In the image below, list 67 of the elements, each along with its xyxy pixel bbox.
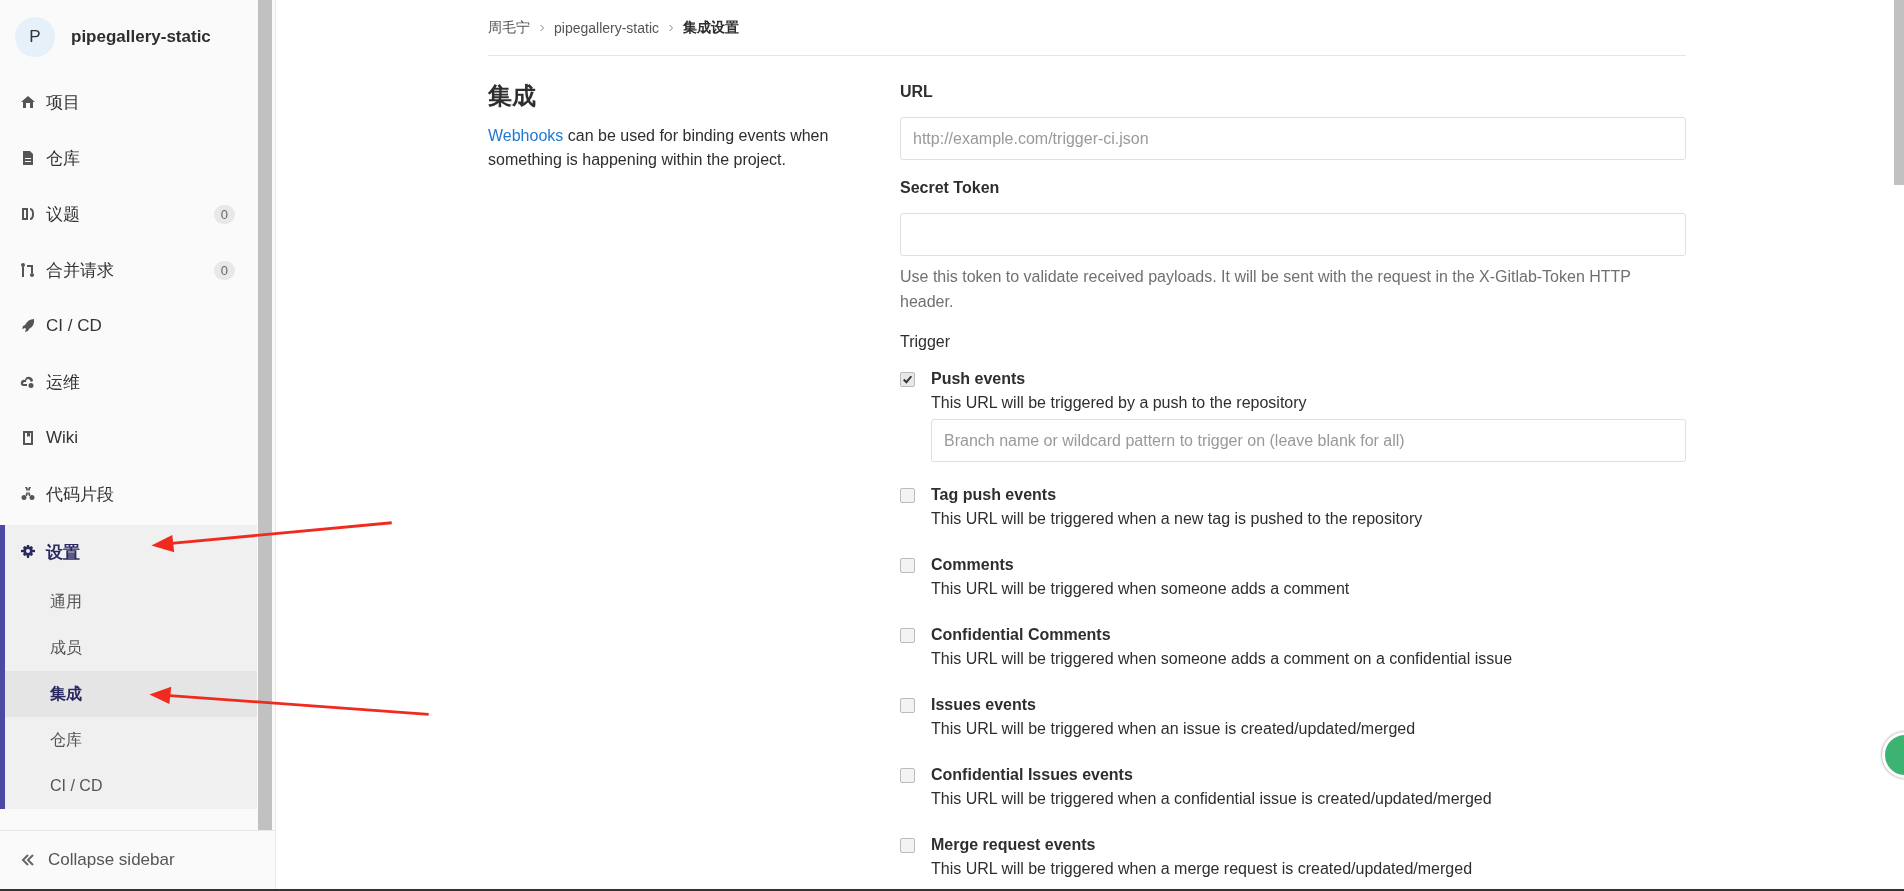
url-field[interactable]: http://example.com/trigger-ci.json (900, 117, 1686, 160)
trigger-name: Tag push events (931, 485, 1058, 505)
trigger-name: Issues events (931, 695, 1037, 715)
sidebar-item[interactable]: 项目 (0, 74, 257, 130)
sidebar-item[interactable]: Wiki (0, 410, 257, 466)
field-label: URL (900, 83, 934, 102)
nav-icon (20, 94, 36, 110)
checkbox[interactable] (900, 628, 915, 643)
trigger-name: Merge request events (931, 835, 1097, 855)
count-badge: 0 (213, 260, 235, 280)
trigger-label: Trigger (900, 333, 952, 352)
field-label: Secret Token (900, 179, 1001, 198)
nav-icon (20, 318, 36, 334)
section-description: Webhooks can be used for binding events when something is happening within the project. (488, 126, 830, 170)
project-avatar[interactable]: P (15, 17, 55, 57)
trigger-description: This URL will be triggered when someone adds a comment (931, 579, 1351, 599)
trigger-description: This URL will be triggered when a merge request is created/updated/merged (931, 859, 1474, 879)
sidebar-item[interactable]: 运维 (0, 354, 257, 410)
webhooks-link[interactable]: Webhooks (488, 127, 564, 144)
chevron-right-icon (667, 24, 676, 32)
scrollbar[interactable] (258, 0, 272, 830)
trigger-description: This URL will be triggered when a new tag is pushed to the repository (931, 509, 1424, 529)
collapse-sidebar-button[interactable]: Collapse sidebar (0, 830, 275, 889)
sidebar-subitem[interactable]: 仓库 (5, 717, 257, 763)
trigger-name: Comments (931, 555, 1015, 575)
sidebar-item[interactable]: 议题 0 (0, 186, 257, 242)
sidebar-subitem[interactable]: 成员 (5, 625, 257, 671)
nav-icon (20, 150, 36, 166)
breadcrumb-link[interactable]: 周毛宁 (488, 19, 530, 37)
section-title: 集成 (488, 81, 537, 111)
sidebar-item[interactable]: 代码片段 (0, 466, 257, 522)
help-text: Use this token to validate received payloads. It will be sent with the request in the X-Gitlab-Token HTTP header. (900, 267, 1632, 312)
sidebar-item[interactable]: 设置 (5, 525, 257, 579)
breadcrumb-link[interactable]: 集成设置 (683, 19, 740, 37)
trigger-name: Confidential Issues events (931, 765, 1134, 785)
count-badge: 0 (213, 204, 235, 224)
trigger-description: This URL will be triggered when someone adds a comment on a confidential issue (931, 649, 1514, 669)
sidebar-item[interactable]: CI / CD (0, 298, 257, 354)
checkbox[interactable] (900, 558, 915, 573)
double-chevron-left-icon (20, 852, 36, 868)
sidebar-subitem[interactable]: 通用 (5, 579, 257, 625)
checkbox[interactable] (900, 768, 915, 783)
checkbox[interactable] (900, 838, 915, 853)
sidebar-item[interactable]: 仓库 (0, 130, 257, 186)
nav-icon (20, 206, 36, 222)
sidebar-subitem[interactable]: 集成 (5, 671, 257, 717)
trigger-description: This URL will be triggered when a confidential issue is created/updated/merged (931, 789, 1493, 809)
checkbox[interactable] (900, 488, 915, 503)
trigger-name: Confidential Comments (931, 625, 1112, 645)
sidebar-subitem[interactable]: CI / CD (5, 763, 257, 809)
project-name[interactable]: pipegallery-static (71, 27, 211, 47)
page-scrollbar[interactable] (1894, 0, 1904, 185)
sidebar-item[interactable]: 合并请求 0 (0, 242, 257, 298)
trigger-description: This URL will be triggered by a push to the repository (931, 393, 1308, 413)
trigger-description: This URL will be triggered when an issue is created/updated/merged (931, 719, 1417, 739)
nav-icon (20, 262, 36, 278)
chevron-right-icon (538, 24, 546, 32)
branch-filter-field[interactable]: Branch name or wildcard pattern to trigger on (leave blank for all) (931, 419, 1686, 462)
nav-icon (20, 374, 36, 390)
checkbox[interactable] (900, 698, 915, 713)
nav-icon (20, 544, 36, 560)
nav-icon (20, 430, 36, 446)
trigger-name: Push events (931, 369, 1027, 389)
secret-token-field[interactable] (900, 213, 1686, 256)
breadcrumb-link[interactable]: pipegallery-static (554, 20, 660, 36)
nav-icon (20, 486, 36, 502)
checkbox[interactable] (900, 372, 915, 387)
